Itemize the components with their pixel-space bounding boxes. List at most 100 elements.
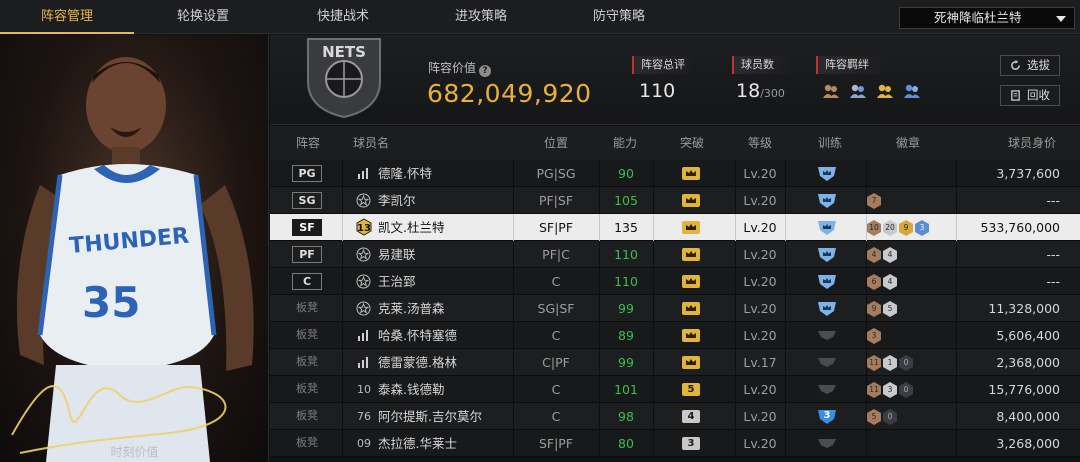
column-divider: [342, 268, 343, 295]
table-row[interactable]: 板凳 09 杰拉德.华莱士 SF|PF 80 3 Lv.20 3,268,000: [270, 430, 1080, 457]
lineup-slot: 板凳: [296, 382, 318, 395]
header-badges: 徽章: [895, 136, 920, 150]
lineup-slot: 板凳: [296, 328, 318, 341]
column-divider: [785, 268, 786, 295]
tab-lineup-management[interactable]: 阵容管理: [0, 0, 134, 34]
star-outline-icon: [354, 268, 374, 295]
jersey-number: 76: [357, 410, 371, 423]
player-name: 哈桑.怀特塞德: [378, 328, 457, 343]
lineup-slot: SF: [292, 219, 322, 236]
player-value: 8,400,000: [996, 409, 1060, 424]
player-ability: 99: [618, 355, 634, 370]
column-divider: [653, 160, 654, 187]
column-divider: [342, 349, 343, 376]
help-icon[interactable]: ?: [479, 65, 492, 77]
badge-bronze[interactable]: 7: [867, 193, 881, 209]
training-level: 3: [823, 410, 831, 421]
column-divider: [956, 430, 957, 457]
badge-blue[interactable]: 3: [915, 220, 929, 236]
badge-dark[interactable]: 0: [899, 355, 913, 371]
player-ability: 110: [614, 247, 638, 262]
lineup-slot: SG: [292, 192, 322, 209]
table-row[interactable]: 板凳 克莱.汤普森 SG|SF 99 Lv.20 9 5 11,328,000: [270, 295, 1080, 322]
stats-bars-icon: [354, 349, 374, 376]
badge-bronze[interactable]: 3: [867, 328, 881, 344]
player-level: Lv.20: [743, 166, 777, 181]
badge-dark[interactable]: 0: [883, 409, 897, 425]
table-row[interactable]: PG 德隆.怀特 PG|SG 90 Lv.20 3,737,600: [270, 160, 1080, 187]
player-count-max: /300: [760, 87, 785, 100]
bond-icon-gold[interactable]: [876, 82, 894, 100]
badge-silver[interactable]: 4: [883, 247, 897, 263]
badge-dark[interactable]: 0: [899, 382, 913, 398]
badge-silver[interactable]: 3: [883, 382, 897, 398]
training-empty-icon: [816, 354, 838, 371]
column-divider: [956, 403, 957, 430]
moment-value-caption: 时刻价值: [110, 445, 159, 459]
player-ability: 110: [614, 274, 638, 289]
player-level: Lv.20: [743, 328, 777, 343]
jersey-number: 09: [357, 437, 371, 450]
header-slot: 阵容: [295, 136, 320, 150]
table-row[interactable]: SG 李凯尔 PF|SF 105 Lv.20 7 ---: [270, 187, 1080, 214]
player-position: PG|SG: [536, 166, 576, 181]
player-position: C: [551, 409, 561, 424]
player-value: 2,368,000: [996, 355, 1060, 370]
badge-silver[interactable]: 4: [883, 274, 897, 290]
column-divider: [653, 349, 654, 376]
player-position: SF|PF: [538, 220, 574, 235]
table-row[interactable]: 板凳 德雷蒙德.格林 C|PF 99 Lv.17 11 1 0 2,368,000: [270, 349, 1080, 376]
player-level: Lv.20: [743, 382, 777, 397]
tab-offense-strategy[interactable]: 进攻策略: [428, 0, 534, 34]
table-row[interactable]: PF 易建联 PF|C 110 Lv.20 4 4 ---: [270, 241, 1080, 268]
roster-table: 阵容 球员名 位置 能力 突破 等级 训练 徽章 球员身价 PG 德隆.怀特 PG|…: [270, 126, 1080, 462]
column-divider: [785, 349, 786, 376]
tab-defense-strategy[interactable]: 防守策略: [566, 0, 672, 34]
badge-bronze[interactable]: 10: [867, 220, 881, 236]
badge-bronze[interactable]: 9: [867, 301, 881, 317]
badge-bronze[interactable]: 4: [867, 247, 881, 263]
player-value: 3,268,000: [996, 436, 1060, 451]
player-position: SG|SF: [537, 301, 575, 316]
training-crown-icon: [816, 300, 838, 317]
training-crown-icon: [816, 219, 838, 236]
player-portrait-image: THUNDER 35: [0, 35, 268, 462]
column-divider: [956, 160, 957, 187]
player-ability: 105: [614, 193, 638, 208]
player-ability: 80: [618, 436, 634, 451]
column-divider: [653, 430, 654, 457]
table-header: 阵容 球员名 位置 能力 突破 等级 训练 徽章 球员身价: [270, 126, 1080, 160]
badge-list: 10 20 9 3: [867, 218, 931, 237]
tab-rotation-settings[interactable]: 轮换设置: [150, 0, 256, 34]
bond-icon-bronze[interactable]: [822, 82, 840, 100]
player-value: ---: [1046, 193, 1060, 208]
player-name: 王治郅: [378, 274, 416, 289]
tab-quick-tactics[interactable]: 快捷战术: [290, 0, 396, 34]
column-divider: [342, 160, 343, 187]
badge-bronze[interactable]: 5: [867, 409, 881, 425]
table-row[interactable]: 板凳 10 泰森.钱德勒 C 101 5 Lv.20 11 3 0 15,776,000: [270, 376, 1080, 403]
overall-label: 阵容总评: [632, 56, 696, 74]
player-name: 杰拉德.华莱士: [378, 436, 457, 451]
bond-icon-silver[interactable]: [849, 82, 867, 100]
lineup-slot: 板凳: [296, 301, 318, 314]
table-row[interactable]: 板凳 76 阿尔提斯.吉尔莫尔 C 98 4 Lv.20 3 5 0 8,400,000: [270, 403, 1080, 430]
badge-silver[interactable]: 1: [883, 355, 897, 371]
recycle-button[interactable]: 回收: [1000, 85, 1060, 106]
table-row[interactable]: 板凳 哈桑.怀特塞德 C 89 Lv.20 3 5,606,400: [270, 322, 1080, 349]
player-name: 阿尔提斯.吉尔莫尔: [378, 409, 482, 424]
training-empty-icon: [816, 327, 838, 344]
badge-silver[interactable]: 20: [883, 220, 897, 236]
badge-bronze[interactable]: 11: [867, 382, 881, 398]
badge-bronze[interactable]: 11: [867, 355, 881, 371]
table-row[interactable]: SF 13 凯文.杜兰特 SF|PF 135 Lv.20 10 20 9 3 533,760,000: [270, 214, 1080, 241]
bond-icon-blue[interactable]: [903, 82, 921, 100]
badge-silver[interactable]: 5: [883, 301, 897, 317]
badge-bronze[interactable]: 6: [867, 274, 881, 290]
badge-gold[interactable]: 9: [899, 220, 913, 236]
column-divider: [956, 295, 957, 322]
table-row[interactable]: C 王治郅 C 110 Lv.20 6 4 ---: [270, 268, 1080, 295]
player-ability: 98: [618, 409, 634, 424]
lineup-select-dropdown[interactable]: 死神降临杜兰特: [899, 7, 1075, 29]
select-button[interactable]: 选拔: [1000, 55, 1060, 76]
